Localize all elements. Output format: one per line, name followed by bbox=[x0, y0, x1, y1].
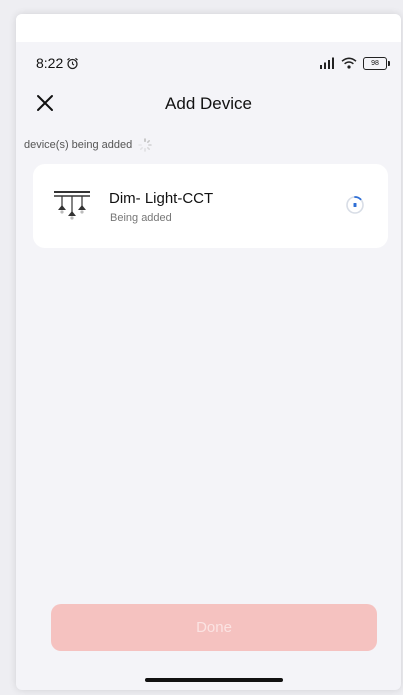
header: Add Device bbox=[16, 86, 401, 122]
ceiling-light-icon bbox=[54, 191, 90, 220]
status-time-group: 8:22 bbox=[36, 55, 79, 71]
status-icons: 98 bbox=[317, 56, 390, 70]
status-time: 8:22 bbox=[36, 55, 64, 71]
progress-text: device(s) being added bbox=[24, 139, 133, 151]
done-button[interactable]: Done bbox=[51, 604, 377, 651]
wifi-icon bbox=[341, 57, 357, 69]
alarm-clock-icon bbox=[67, 57, 79, 69]
page-title: Add Device bbox=[165, 94, 252, 113]
battery-indicator: 98 bbox=[363, 56, 390, 70]
app-screen: 8:22 98 Add Device device(s) being added… bbox=[16, 14, 401, 690]
adding-progress: device(s) being added bbox=[24, 138, 152, 152]
loading-spinner-icon bbox=[138, 138, 152, 152]
home-indicator bbox=[145, 678, 283, 682]
device-status: Being added bbox=[110, 212, 172, 224]
signal-icon bbox=[320, 57, 334, 69]
device-card[interactable]: Dim- Light-CCT Being added bbox=[33, 164, 388, 248]
loading-spinner-icon bbox=[346, 196, 364, 214]
status-bar: 8:22 98 bbox=[36, 52, 390, 74]
device-name: Dim- Light-CCT bbox=[109, 190, 214, 207]
top-bezel bbox=[16, 14, 401, 42]
